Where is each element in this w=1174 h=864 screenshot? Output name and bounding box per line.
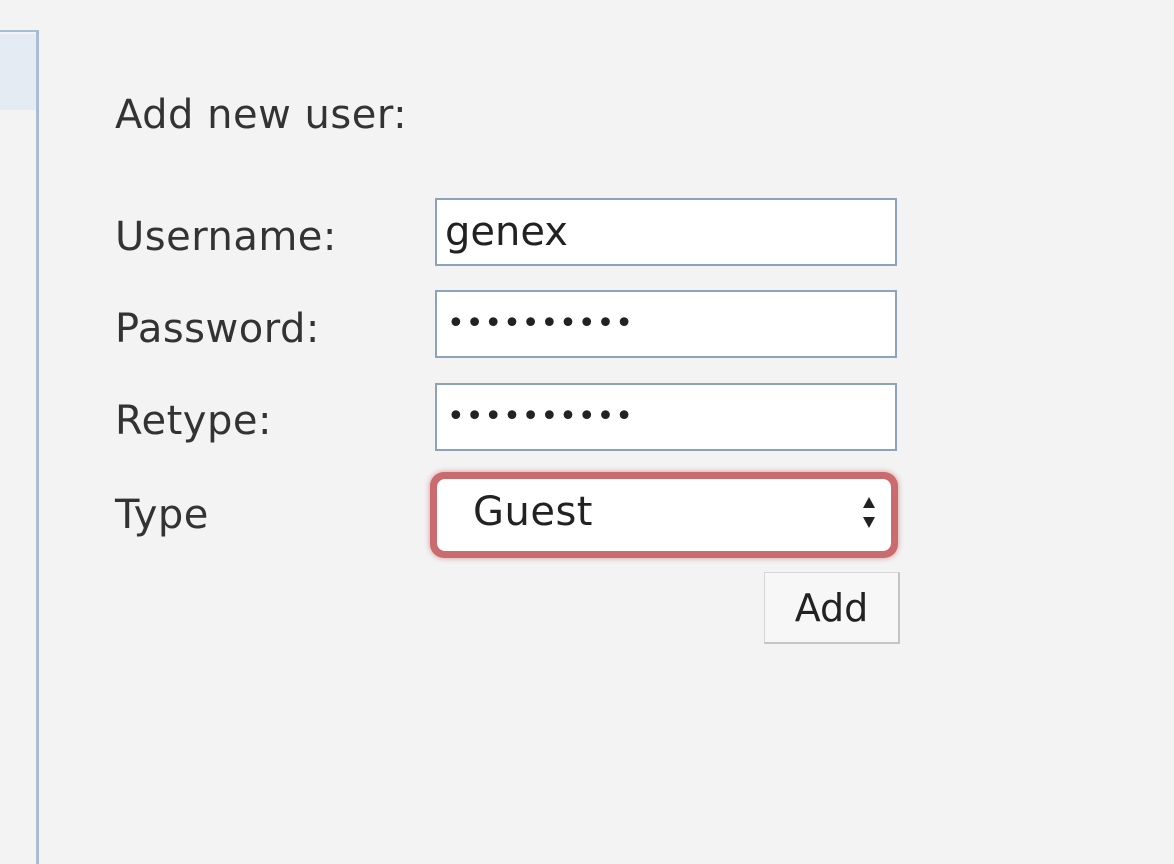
user-type-selected-value: Guest (473, 489, 593, 535)
username-input[interactable] (435, 198, 897, 266)
left-panel-tab[interactable] (0, 34, 36, 110)
up-down-arrows-icon (861, 493, 877, 533)
left-side-panel (0, 30, 39, 864)
add-user-heading: Add new user: (115, 92, 408, 138)
add-user-page: Add new user: Username: Password: ••••••… (0, 0, 1174, 864)
username-label: Username: (115, 214, 337, 260)
retype-password-input[interactable]: •••••••••• (435, 383, 897, 451)
retype-label: Retype: (115, 398, 272, 444)
type-label: Type (115, 492, 209, 538)
left-panel-top-border (0, 30, 36, 32)
user-type-select[interactable]: Guest (430, 472, 898, 558)
password-label: Password: (115, 306, 320, 352)
user-type-select-box[interactable]: Guest (437, 479, 891, 551)
password-input[interactable]: •••••••••• (435, 290, 897, 358)
add-user-button[interactable]: Add (764, 572, 900, 644)
